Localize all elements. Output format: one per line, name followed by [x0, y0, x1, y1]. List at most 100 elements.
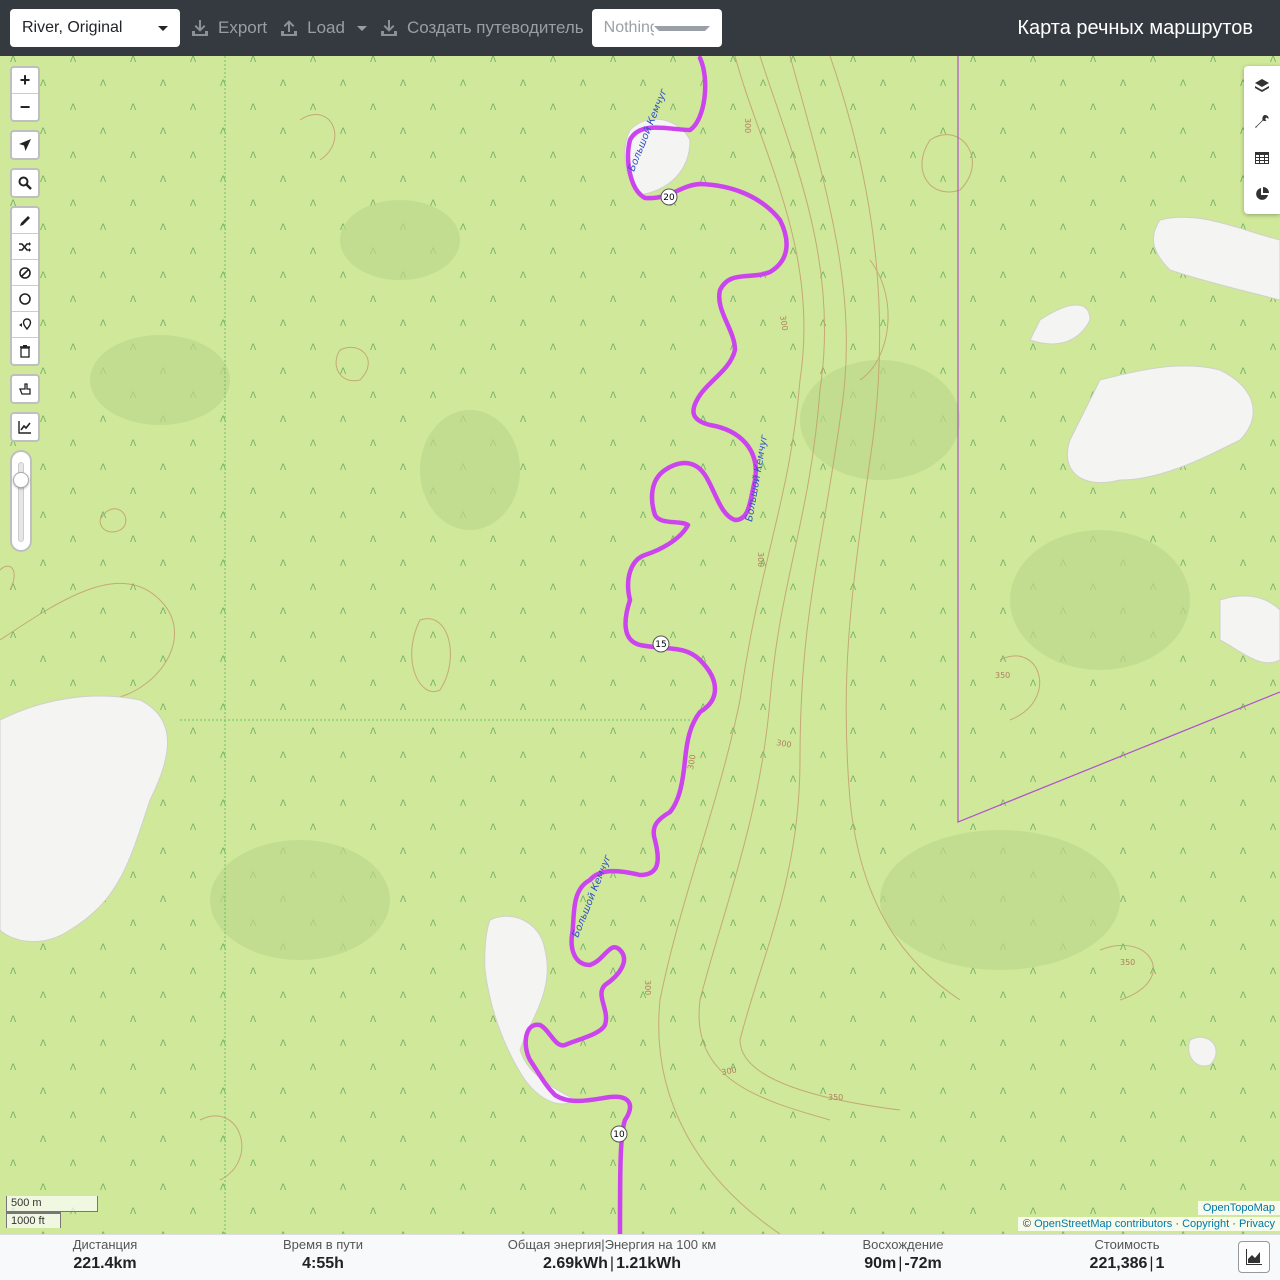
osm-contributors-link[interactable]: OpenStreetMap contributors [1034, 1218, 1172, 1230]
circle-area-button[interactable] [12, 286, 38, 312]
stat-distance-label: Дистанция [72, 1237, 138, 1252]
opentopomap-link[interactable]: OpenTopoMap [1203, 1202, 1275, 1214]
separator-dot: · [1232, 1218, 1236, 1230]
svg-text:350: 350 [1120, 958, 1135, 967]
stat-cost-value: 221,386 [1089, 1255, 1148, 1272]
stat-energy-total-unit: kWh [574, 1255, 608, 1272]
layers-icon [1255, 79, 1269, 92]
export-button[interactable]: Export [188, 9, 269, 47]
stat-energy-per100: 1.21 [616, 1255, 648, 1272]
km-marker-15: 15 [652, 635, 670, 653]
app-title: Карта речных маршрутов [1017, 16, 1253, 39]
stat-distance-unit: km [113, 1255, 137, 1272]
chevron-down-icon [356, 25, 367, 31]
circle-icon [19, 292, 31, 305]
trash-icon [20, 345, 30, 358]
stat-cost: Стоимость 221,386 | 1 [1062, 1237, 1192, 1275]
settings-button[interactable] [1244, 104, 1280, 140]
stat-distance-value: 221.4 [73, 1255, 114, 1272]
ban-icon [19, 266, 31, 279]
tile-attribution: OpenTopoMap [1197, 1201, 1280, 1215]
profile-select[interactable]: River, Original [10, 9, 180, 47]
topo-map-layer: ᐱ ᐱ [0, 56, 1280, 1234]
pie-chart-icon [1256, 187, 1269, 200]
map-marker-icon [19, 317, 32, 330]
copyright-link[interactable]: Copyright [1182, 1218, 1229, 1230]
svg-text:350: 350 [828, 1093, 843, 1102]
privacy-link[interactable]: Privacy [1239, 1218, 1275, 1230]
route-stats-bar: Дистанция 221.4km Время в пути 4:55h Общ… [0, 1234, 1280, 1280]
svg-text:300: 300 [643, 980, 652, 995]
hand-pointer-icon [19, 383, 31, 395]
map-canvas[interactable]: ᐱ ᐱ [0, 56, 1280, 1234]
svg-text:20: 20 [663, 193, 675, 203]
zoom-out-button[interactable]: − [12, 94, 38, 120]
download-icon [380, 20, 397, 36]
stat-ascent-up: 90 [864, 1255, 883, 1272]
export-label: Export [218, 18, 268, 37]
map-right-controls [1244, 66, 1280, 214]
scale-imperial: 1000 ft [6, 1212, 61, 1228]
search-icon [18, 176, 32, 190]
svg-text:15: 15 [655, 640, 666, 650]
chevron-down-icon [654, 25, 710, 31]
layer-opacity-slider[interactable] [10, 450, 32, 552]
stat-energy-label: Общая энергия|Энергия на 100 км [507, 1237, 717, 1252]
locate-control [10, 130, 40, 160]
area-chart-icon [1246, 1249, 1262, 1265]
stat-energy-per100-unit: kWh [647, 1255, 681, 1272]
create-guide-label: Создать путеводитель [406, 18, 584, 37]
stat-time-label: Время в пути [283, 1237, 363, 1252]
draw-route-button[interactable] [12, 208, 38, 234]
stat-ascent-label: Восхождение [862, 1237, 944, 1252]
stat-time-unit: h [334, 1255, 344, 1272]
search-control [10, 168, 40, 198]
svg-text:300: 300 [743, 118, 752, 133]
draw-tools [10, 206, 40, 366]
stat-energy: Общая энергия|Энергия на 100 км 2.69kWh |… [492, 1237, 732, 1275]
top-navbar: River, Original Export Load Создать путе… [0, 0, 1280, 56]
avoid-area-button[interactable] [12, 260, 38, 286]
pan-mode-button[interactable] [12, 376, 38, 402]
route-selection-dropdown[interactable]: Nothing sele [591, 9, 722, 47]
stat-ascent: Восхождение 90m | -72m [838, 1237, 968, 1275]
reverse-route-button[interactable] [12, 234, 38, 260]
stat-separator: | [1149, 1255, 1154, 1272]
svg-text:350: 350 [995, 671, 1010, 680]
statistics-button[interactable] [1244, 176, 1280, 212]
load-button[interactable]: Load [277, 9, 369, 47]
poi-button[interactable] [12, 312, 38, 338]
stat-ascent-up-unit: m [882, 1255, 897, 1272]
table-icon [1255, 152, 1269, 164]
svg-text:300: 300 [756, 552, 765, 567]
map-attribution: © OpenStreetMap contributors · Copyright… [1017, 1217, 1280, 1231]
upload-icon [281, 20, 298, 36]
elevation-control [10, 412, 40, 442]
create-guide-button[interactable]: Создать путеводитель [377, 9, 586, 47]
stat-separator: | [898, 1255, 903, 1272]
slider-handle[interactable] [13, 471, 29, 488]
wrench-icon [1255, 115, 1269, 128]
table-button[interactable] [1244, 140, 1280, 176]
stat-cost-second: 1 [1155, 1255, 1165, 1272]
svg-text:10: 10 [613, 1130, 625, 1140]
scale-bar: 500 m 1000 ft [6, 1196, 98, 1228]
stat-energy-total: 2.69 [543, 1255, 575, 1272]
search-button[interactable] [12, 170, 38, 196]
shuffle-icon [19, 241, 31, 252]
download-icon [192, 20, 208, 36]
copyright-symbol: © [1022, 1218, 1032, 1230]
zoom-in-button[interactable]: + [12, 68, 38, 94]
chevron-down-icon [158, 25, 168, 31]
layers-button[interactable] [1244, 68, 1280, 104]
line-chart-icon [18, 421, 31, 434]
locate-button[interactable] [12, 132, 38, 158]
km-marker-10: 10 [610, 1125, 628, 1143]
elevation-profile-button[interactable] [12, 414, 38, 440]
hand-control [10, 374, 40, 404]
location-arrow-icon [19, 139, 31, 151]
pencil-icon [20, 215, 30, 226]
delete-route-button[interactable] [12, 338, 38, 364]
map-left-controls: + − [10, 66, 40, 552]
elevation-chart-button[interactable] [1238, 1241, 1270, 1273]
